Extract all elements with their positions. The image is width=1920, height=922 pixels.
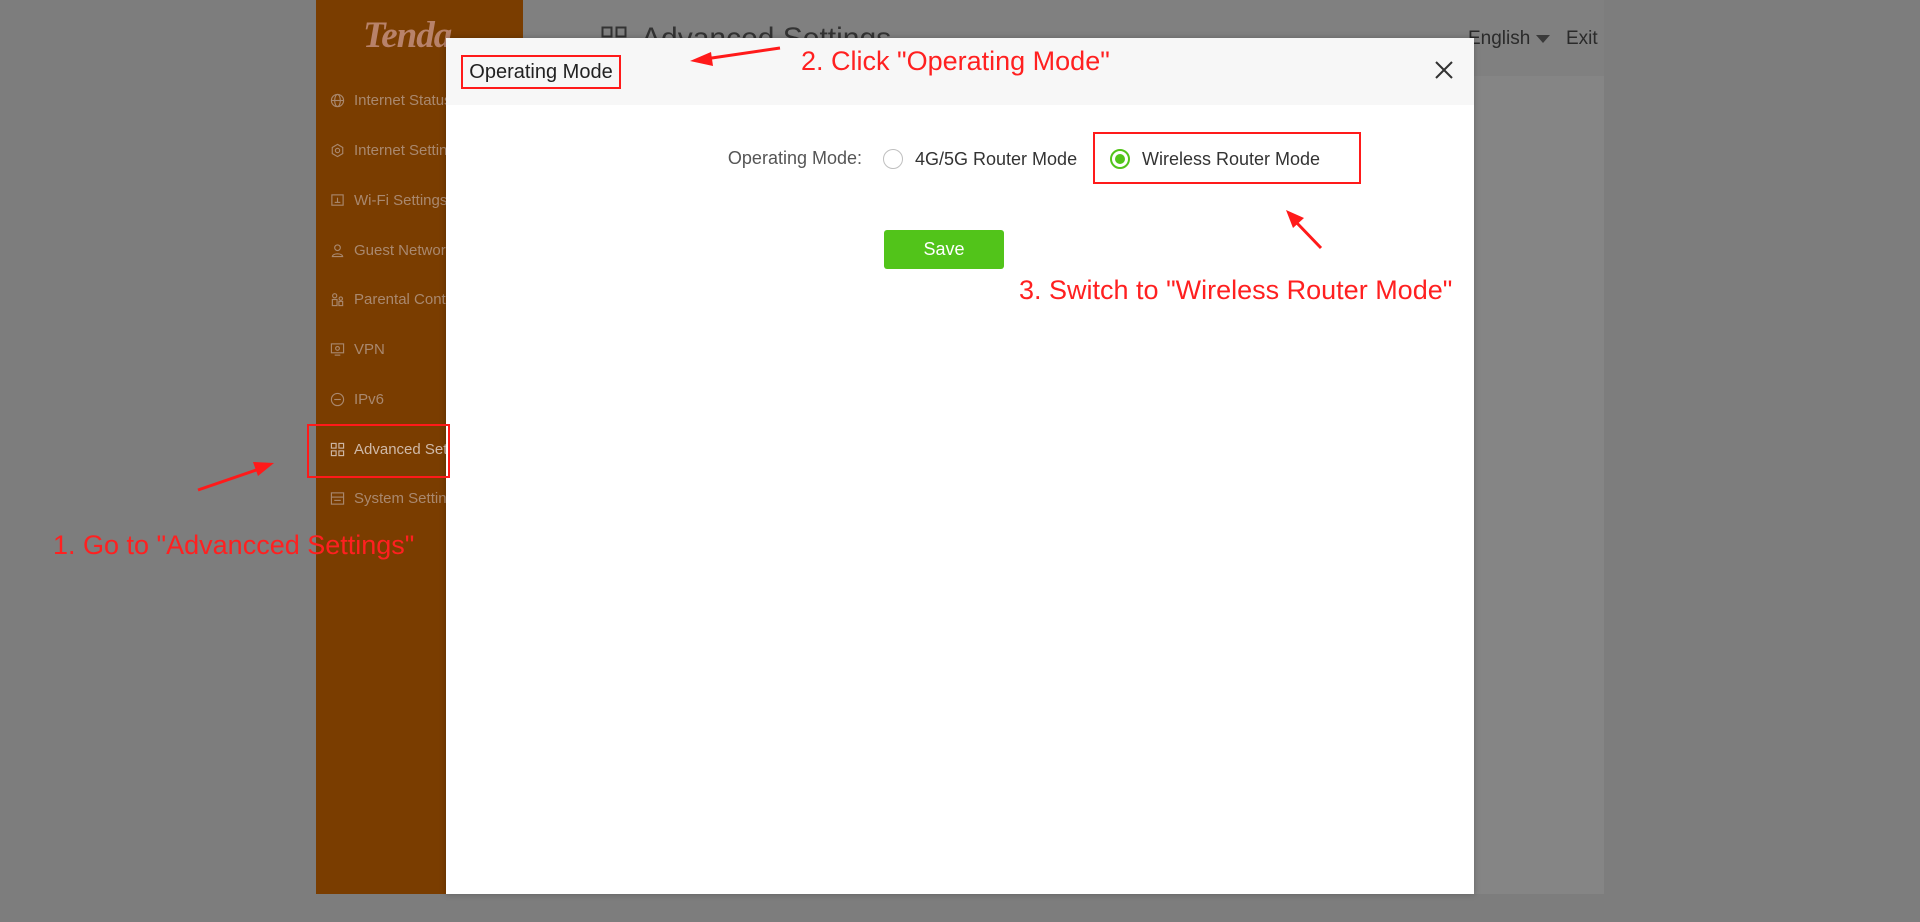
arrow-step-1: [197, 466, 263, 492]
radio-label: 4G/5G Router Mode: [915, 148, 1078, 169]
sidebar-item-label: Wi-Fi Settings: [354, 191, 448, 209]
highlight-box: [307, 424, 450, 478]
sidebar-item-label: System Settings: [354, 489, 460, 507]
user-icon: [330, 243, 345, 258]
radio-label: Wireless Router Mode: [1142, 148, 1321, 169]
sidebar-item-label: Internet Status: [354, 91, 452, 109]
radio-button[interactable]: [1110, 149, 1130, 169]
system-icon: [330, 491, 345, 506]
dialog-title: Operating Mode: [461, 55, 621, 89]
annotation-step-3: 3. Switch to "Wireless Router Mode": [1019, 275, 1453, 305]
sidebar-item-label: IPv6: [354, 390, 385, 408]
radio-4g5g-router-mode[interactable]: 4G/5G Router Mode: [883, 144, 1077, 174]
vpn-icon: [330, 342, 345, 357]
annotation-step-2: 2. Click "Operating Mode": [801, 46, 1110, 76]
radio-button[interactable]: [883, 149, 903, 169]
globe-icon: [330, 93, 345, 108]
sidebar-item-label: VPN: [354, 340, 385, 358]
operating-mode-dialog: Operating Mode Operating Mode: 4G/5G Rou…: [446, 38, 1474, 894]
settings-icon: [330, 143, 345, 158]
arrowhead-step-1: [253, 462, 274, 476]
annotation-step-1: 1. Go to "Advancced Settings": [53, 530, 415, 560]
caret-down-icon: [1536, 35, 1551, 43]
language-select[interactable]: English: [1468, 28, 1551, 50]
sidebar-item-system-settings[interactable]: System Settings: [330, 486, 460, 510]
operating-mode-label: Operating Mode:: [727, 148, 862, 168]
save-button[interactable]: Save: [884, 230, 1004, 269]
close-button[interactable]: [1430, 56, 1458, 84]
wifi-icon: [330, 193, 345, 208]
exit-link[interactable]: Exit: [1566, 28, 1598, 50]
family-icon: [330, 292, 345, 307]
sidebar-item-label: Guest Network: [354, 241, 454, 259]
ipv6-icon: [330, 392, 345, 407]
radio-wireless-router-mode[interactable]: Wireless Router Mode: [1110, 144, 1320, 174]
tenda-logo: Tenda: [363, 15, 452, 56]
close-icon: [1435, 61, 1453, 79]
language-label: English: [1468, 28, 1531, 49]
